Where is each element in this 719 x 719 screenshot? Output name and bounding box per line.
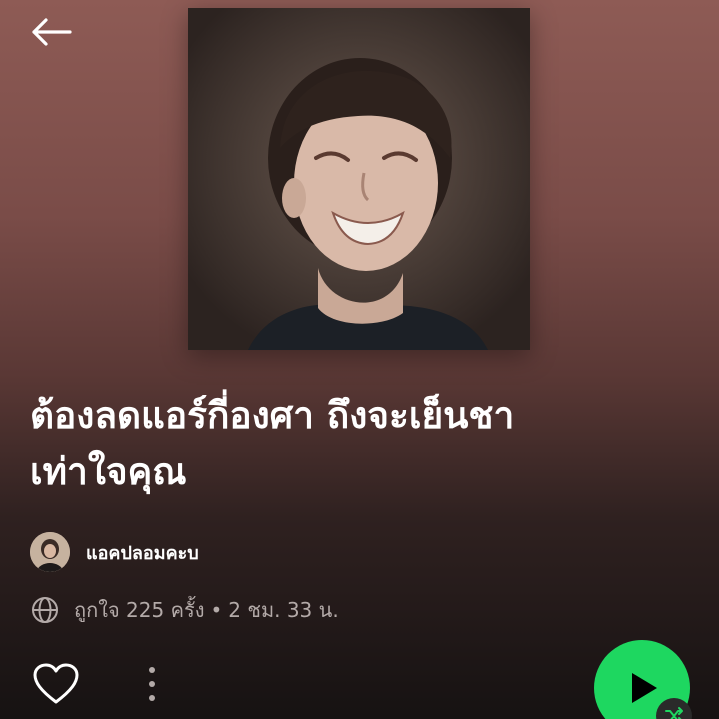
- meta-separator: •: [210, 598, 223, 622]
- meta-text: ถูกใจ 225 ครั้ง • 2 ชม. 33 น.: [74, 594, 339, 626]
- playlist-meta: ถูกใจ 225 ครั้ง • 2 ชม. 33 น.: [30, 592, 339, 628]
- like-button[interactable]: [32, 662, 80, 706]
- playlist-title-line2: เท่าใจคุณ: [30, 450, 187, 493]
- playlist-cover-image: [188, 8, 530, 350]
- duration: 2 ชม. 33 น.: [228, 598, 339, 622]
- more-options-button[interactable]: [138, 662, 166, 706]
- action-bar: [0, 640, 719, 719]
- shuffle-icon: [665, 707, 683, 719]
- heart-icon: [33, 663, 79, 704]
- likes-count: ถูกใจ 225 ครั้ง: [74, 598, 205, 622]
- globe-icon: [32, 597, 58, 623]
- arrow-left-icon: [32, 18, 72, 46]
- more-vertical-icon: [149, 667, 155, 701]
- playlist-title-line1: ต้องลดแอร์กี่องศา ถึงจะเย็นชา: [30, 394, 515, 437]
- owner-row[interactable]: แอคปลอมคะบ: [30, 532, 199, 572]
- owner-name[interactable]: แอคปลอมคะบ: [86, 538, 199, 567]
- cover-photo: [188, 8, 530, 350]
- back-button[interactable]: [22, 12, 78, 52]
- play-icon: [632, 673, 657, 703]
- playlist-title: ต้องลดแอร์กี่องศา ถึงจะเย็นชา เท่าใจคุณ: [30, 388, 700, 500]
- avatar[interactable]: [30, 532, 70, 572]
